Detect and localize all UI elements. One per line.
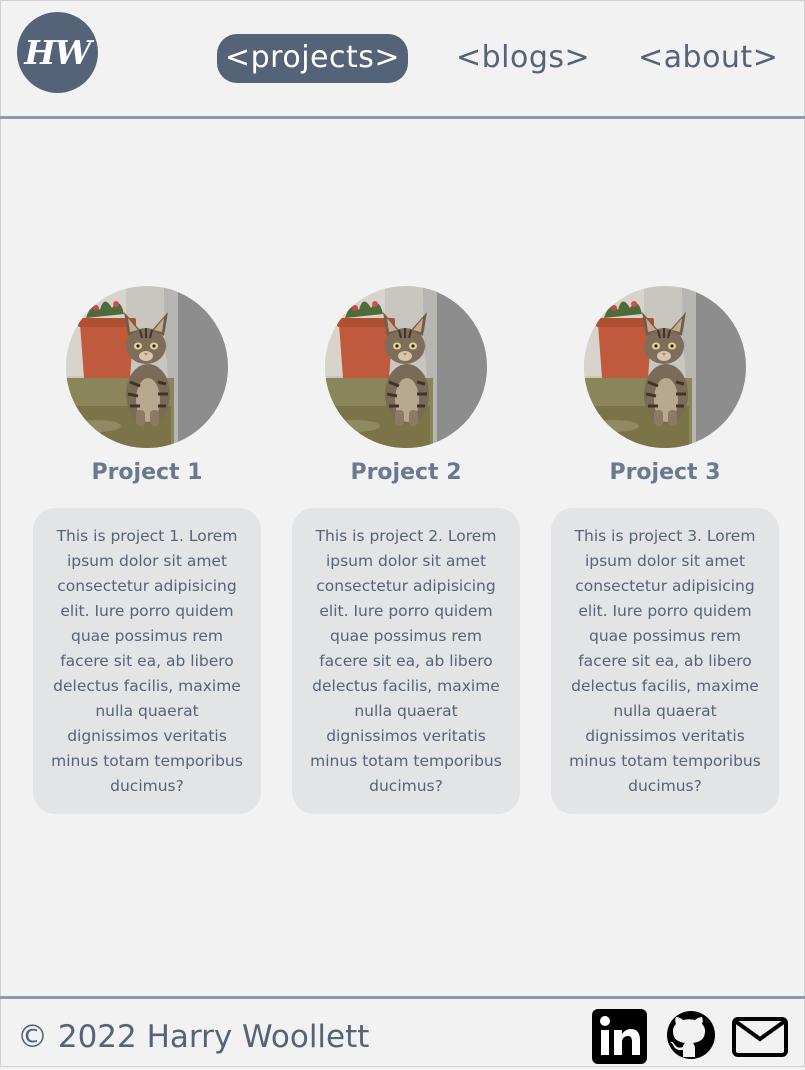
project-card-3: Project 3 This is project 3. Lorem ipsum… bbox=[551, 286, 779, 814]
site-header: HW <projects> <blogs> <about> bbox=[0, 0, 805, 119]
project-description: This is project 3. Lorem ipsum dolor sit… bbox=[551, 508, 779, 814]
project-title[interactable]: Project 2 bbox=[292, 458, 520, 488]
copyright-text: © 2022 Harry Woollett bbox=[17, 1019, 370, 1055]
site-footer: © 2022 Harry Woollett bbox=[0, 996, 805, 1070]
project-image[interactable] bbox=[325, 286, 487, 448]
nav-projects-link[interactable]: <projects> bbox=[217, 34, 409, 83]
linkedin-icon[interactable] bbox=[592, 1009, 647, 1064]
logo[interactable]: HW bbox=[17, 12, 98, 93]
project-description: This is project 1. Lorem ipsum dolor sit… bbox=[33, 508, 261, 814]
github-icon[interactable] bbox=[666, 1009, 716, 1061]
project-title[interactable]: Project 1 bbox=[33, 458, 261, 488]
project-description: This is project 2. Lorem ipsum dolor sit… bbox=[292, 508, 520, 814]
email-icon[interactable] bbox=[732, 1017, 788, 1057]
project-image[interactable] bbox=[584, 286, 746, 448]
project-image[interactable] bbox=[66, 286, 228, 448]
project-card-1: Project 1 This is project 1. Lorem ipsum… bbox=[33, 286, 261, 814]
project-title[interactable]: Project 3 bbox=[551, 458, 779, 488]
nav-about-link[interactable]: <about> bbox=[638, 34, 778, 83]
logo-text: HW bbox=[24, 33, 91, 72]
project-card-2: Project 2 This is project 2. Lorem ipsum… bbox=[292, 286, 520, 814]
nav-blogs-link[interactable]: <blogs> bbox=[456, 34, 590, 83]
